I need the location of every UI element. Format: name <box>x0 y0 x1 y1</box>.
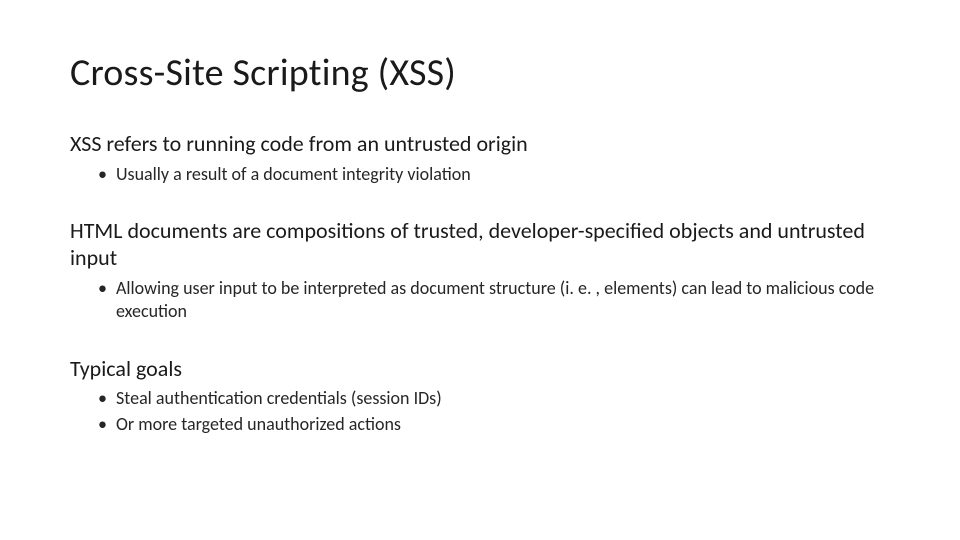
list-item: Allowing user input to be interpreted as… <box>116 276 890 325</box>
section-3-head: Typical goals <box>70 355 890 383</box>
section-1-bullets: Usually a result of a document integrity… <box>70 162 890 187</box>
list-item: Steal authentication credentials (sessio… <box>116 386 890 411</box>
section-1: XSS refers to running code from an untru… <box>70 130 890 187</box>
section-3-bullets: Steal authentication credentials (sessio… <box>70 386 890 437</box>
list-item: Or more targeted unauthorized actions <box>116 412 890 437</box>
list-item: Usually a result of a document integrity… <box>116 162 890 187</box>
section-2-head: HTML documents are compositions of trust… <box>70 217 890 272</box>
slide: Cross-Site Scripting (XSS) XSS refers to… <box>0 0 960 540</box>
slide-title: Cross-Site Scripting (XSS) <box>70 50 890 96</box>
section-2: HTML documents are compositions of trust… <box>70 217 890 325</box>
section-3: Typical goals Steal authentication crede… <box>70 355 890 437</box>
section-2-bullets: Allowing user input to be interpreted as… <box>70 276 890 325</box>
section-1-head: XSS refers to running code from an untru… <box>70 130 890 158</box>
